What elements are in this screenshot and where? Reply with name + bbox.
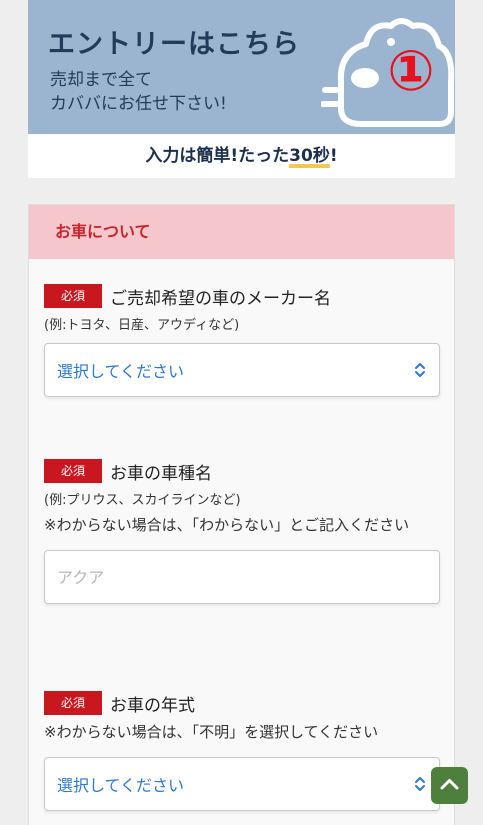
entry-banner: エントリーはこちら 売却まで全て カババにお任せ下さい! ① bbox=[28, 0, 455, 134]
year-note: ※わからない場合は、「不明」を選択してください bbox=[44, 723, 379, 741]
chevron-up-icon bbox=[440, 779, 459, 790]
year-label: お車の年式 bbox=[110, 695, 195, 716]
maker-label: ご売却希望の車のメーカー名 bbox=[110, 288, 331, 309]
banner-subtitle-line2: カババにお任せ下さい! bbox=[50, 94, 227, 114]
model-label: お車の車種名 bbox=[110, 463, 212, 484]
banner-subtitle-line1: 売却まで全て bbox=[50, 70, 152, 90]
model-label-row: 必須 お車の車種名 bbox=[44, 459, 440, 484]
required-badge: 必須 bbox=[44, 284, 102, 308]
chevron-up-down-icon bbox=[415, 777, 425, 791]
car-info-form: お車について 必須 ご売却希望の車のメーカー名 (例:トヨタ、日産、アウディなど… bbox=[28, 204, 455, 825]
section-title: お車について bbox=[29, 205, 454, 259]
maker-label-row: 必須 ご売却希望の車のメーカー名 bbox=[44, 284, 440, 309]
model-note: ※わからない場合は、「わからない」とご記入ください bbox=[44, 516, 410, 534]
input-time-banner: 入力は簡単!たった30秒! bbox=[28, 134, 455, 178]
banner-subtitle: 売却まで全て カババにお任せ下さい! bbox=[50, 68, 227, 116]
model-hint: (例:プリウス、スカイラインなど) bbox=[44, 493, 241, 508]
year-select[interactable]: 選択してください bbox=[44, 757, 440, 811]
year-select-value: 選択してください bbox=[57, 776, 185, 795]
maker-hint: (例:トヨタ、日産、アウディなど) bbox=[44, 318, 240, 333]
subbanner-text-end: ! bbox=[329, 146, 338, 166]
model-field: 必須 お車の車種名 (例:プリウス、スカイラインなど) ※わからない場合は、「わ… bbox=[44, 459, 440, 604]
required-badge: 必須 bbox=[44, 691, 102, 715]
year-label-row: 必須 お車の年式 bbox=[44, 691, 440, 716]
maker-field: 必須 ご売却希望の車のメーカー名 (例:トヨタ、日産、アウディなど) 選択してく… bbox=[44, 284, 440, 397]
banner-title: エントリーはこちら bbox=[48, 29, 300, 60]
subbanner-highlight: 30秒 bbox=[289, 146, 330, 166]
year-field: 必須 お車の年式 ※わからない場合は、「不明」を選択してください 選択してくださ… bbox=[44, 691, 440, 811]
maker-select[interactable]: 選択してください bbox=[44, 343, 440, 397]
scroll-to-top-button[interactable] bbox=[431, 767, 468, 804]
required-badge: 必須 bbox=[44, 459, 102, 483]
chevron-up-down-icon bbox=[415, 363, 425, 377]
maker-select-value: 選択してください bbox=[57, 362, 185, 381]
model-input[interactable] bbox=[44, 550, 440, 604]
step-number-badge: ① bbox=[387, 39, 435, 104]
subbanner-text: 入力は簡単!たった bbox=[145, 146, 290, 166]
